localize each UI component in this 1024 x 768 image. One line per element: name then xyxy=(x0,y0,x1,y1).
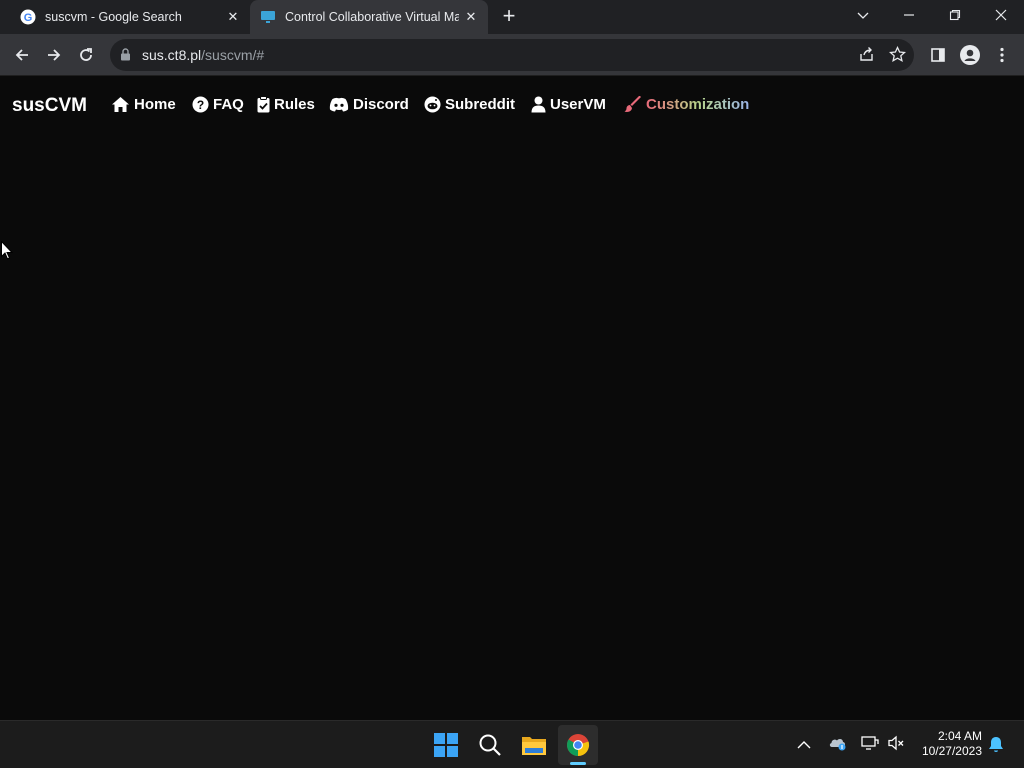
volume-muted-icon[interactable] xyxy=(887,735,905,756)
svg-text:?: ? xyxy=(197,98,204,112)
nav-customization[interactable]: Customization xyxy=(624,96,749,113)
monitor-icon xyxy=(260,9,276,25)
onedrive-icon[interactable] xyxy=(828,735,848,756)
url-path: /suscvm/# xyxy=(201,47,265,63)
profile-icon[interactable] xyxy=(956,41,984,69)
close-tab-icon[interactable]: ✕ xyxy=(462,8,480,26)
file-explorer-icon[interactable] xyxy=(514,725,554,765)
back-button[interactable] xyxy=(8,41,36,69)
active-app-indicator xyxy=(570,762,586,765)
nav-uservm[interactable]: UserVM xyxy=(531,96,606,113)
nav-faq[interactable]: ? FAQ xyxy=(192,96,244,113)
brush-icon xyxy=(624,96,641,112)
tab-control-collaborative-vm[interactable]: Control Collaborative Virtual Mac ✕ xyxy=(250,0,488,34)
nav-rules[interactable]: Rules xyxy=(257,96,315,113)
nav-label: FAQ xyxy=(213,96,244,113)
windows-taskbar: 2:04 AM 10/27/2023 xyxy=(0,720,1024,768)
nav-label: Rules xyxy=(274,96,315,113)
menu-kebab-icon[interactable] xyxy=(988,41,1016,69)
nav-subreddit[interactable]: Subreddit xyxy=(424,96,515,113)
home-icon xyxy=(112,97,129,112)
chrome-taskbar-icon[interactable] xyxy=(558,725,598,765)
clock-time: 2:04 AM xyxy=(937,729,982,743)
minimize-button[interactable] xyxy=(886,0,932,30)
taskbar-clock[interactable]: 2:04 AM 10/27/2023 xyxy=(922,729,982,759)
forward-button[interactable] xyxy=(40,41,68,69)
bookmark-star-icon[interactable] xyxy=(888,45,907,68)
new-tab-button[interactable]: + xyxy=(498,5,520,28)
nav-discord[interactable]: Discord xyxy=(329,96,409,113)
network-icon[interactable] xyxy=(861,735,879,756)
side-panel-icon[interactable] xyxy=(924,41,952,69)
nav-label: Subreddit xyxy=(445,96,515,113)
site-brand[interactable]: susCVM xyxy=(12,95,87,117)
tab-title: suscvm - Google Search xyxy=(45,10,182,24)
mouse-cursor-icon xyxy=(0,240,14,265)
url-host: sus.ct8.pl xyxy=(142,47,202,63)
google-icon: G xyxy=(20,9,36,25)
discord-icon xyxy=(329,97,349,112)
nav-label: Home xyxy=(134,96,176,113)
show-hidden-icons-icon[interactable] xyxy=(797,737,811,755)
svg-text:G: G xyxy=(24,12,33,24)
user-icon xyxy=(531,96,546,113)
share-icon[interactable] xyxy=(858,46,875,68)
clock-date: 10/27/2023 xyxy=(921,744,982,758)
nav-label: Discord xyxy=(353,96,409,113)
reddit-icon xyxy=(424,96,441,113)
tab-title: Control Collaborative Virtual Mac xyxy=(285,10,459,24)
close-window-button[interactable] xyxy=(978,0,1024,30)
lock-icon[interactable] xyxy=(120,48,131,66)
tab-search-icon[interactable] xyxy=(840,0,886,30)
nav-home[interactable]: Home xyxy=(111,96,176,113)
question-icon: ? xyxy=(192,96,209,113)
search-icon[interactable] xyxy=(470,725,510,765)
nav-label: Customization xyxy=(646,96,750,113)
tab-google-search[interactable]: G suscvm - Google Search ✕ xyxy=(8,0,246,34)
close-tab-icon[interactable]: ✕ xyxy=(224,8,242,26)
restore-button[interactable] xyxy=(932,0,978,30)
nav-label: UserVM xyxy=(550,96,606,113)
notification-bell-icon[interactable] xyxy=(988,736,1004,758)
address-bar[interactable]: sus.ct8.pl/suscvm/# xyxy=(110,39,914,71)
browser-tab-strip: G suscvm - Google Search ✕ Control Colla… xyxy=(0,0,1024,34)
site-navbar: susCVM Home ? FAQ Rules Discord Subreddi… xyxy=(0,77,1024,133)
page-content xyxy=(0,133,1024,720)
url-text: sus.ct8.pl/suscvm/# xyxy=(142,47,264,63)
clipboard-icon xyxy=(257,96,270,113)
browser-toolbar: sus.ct8.pl/suscvm/# xyxy=(0,34,1024,76)
reload-button[interactable] xyxy=(72,41,100,69)
windows-start-icon[interactable] xyxy=(426,725,466,765)
